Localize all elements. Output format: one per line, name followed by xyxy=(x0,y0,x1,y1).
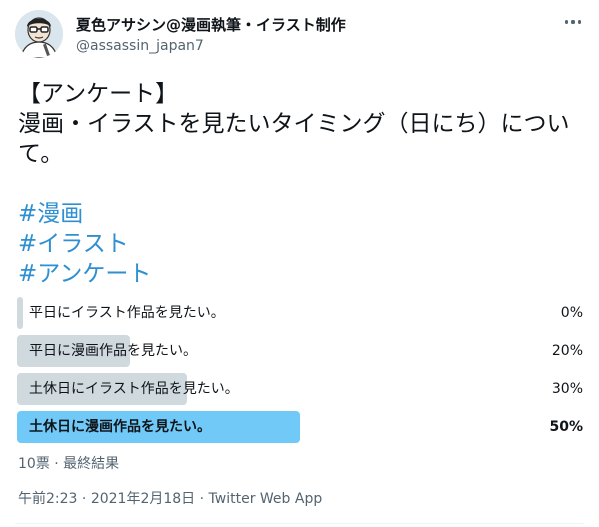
timestamp-date[interactable]: 2021年2月18日 xyxy=(91,491,195,507)
tweet-text: 【アンケート】 漫画・イラストを見たいタイミング（日にち）につい て。 #漫画 … xyxy=(18,79,583,289)
tweet-source[interactable]: Twitter Web App xyxy=(209,491,323,507)
tweet-line: 漫画・イラストを見たいタイミング（日にち）につい xyxy=(18,111,570,137)
tweet-line: て。 xyxy=(18,141,64,167)
separator: · xyxy=(77,491,91,507)
tweet-timestamp: 午前2:23 · 2021年2月18日 · Twitter Web App xyxy=(18,488,322,508)
poll-option-percent: 50% xyxy=(549,419,583,435)
poll-option-percent: 30% xyxy=(551,381,583,397)
author-handle[interactable]: @assassin_japan7 xyxy=(76,37,204,55)
poll-option: 平日に漫画作品を見たい。 20% xyxy=(17,335,583,367)
author-avatar[interactable] xyxy=(15,10,63,58)
poll-option: 土休日にイラスト作品を見たい。 30% xyxy=(17,373,583,405)
poll-option-percent: 20% xyxy=(551,343,583,359)
more-options-icon[interactable] xyxy=(561,14,585,30)
author-name[interactable]: 夏色アサシン@漫画執筆・イラスト制作 xyxy=(76,16,346,34)
poll-option-winner: 土休日に漫画作品を見たい。 50% xyxy=(17,411,583,443)
more-dot xyxy=(571,20,575,24)
hashtag-link[interactable]: #漫画 xyxy=(18,199,583,229)
poll-option: 平日にイラスト作品を見たい。 0% xyxy=(17,297,583,329)
poll-vote-summary: 10票 · 最終結果 xyxy=(18,456,120,472)
poll-option-label: 土休日にイラスト作品を見たい。 xyxy=(29,381,239,397)
separator: · xyxy=(195,491,209,507)
poll-option-label: 土休日に漫画作品を見たい。 xyxy=(29,419,211,435)
tweet-line: 【アンケート】 xyxy=(18,81,179,107)
poll-option-label: 平日に漫画作品を見たい。 xyxy=(29,343,197,359)
more-dot xyxy=(577,20,581,24)
timestamp-time[interactable]: 午前2:23 xyxy=(18,491,77,507)
poll-result-bar xyxy=(17,297,23,329)
tweet-header: 夏色アサシン@漫画執筆・イラスト制作 @assassin_japan7 xyxy=(15,10,585,60)
hashtag-link[interactable]: #イラスト xyxy=(18,229,583,259)
more-dot xyxy=(565,20,569,24)
hashtag-link[interactable]: #アンケート xyxy=(18,259,583,289)
poll-option-percent: 0% xyxy=(560,305,583,321)
poll-option-label: 平日にイラスト作品を見たい。 xyxy=(29,305,225,321)
poll: 平日にイラスト作品を見たい。 0% 平日に漫画作品を見たい。 20% 土休日にイ… xyxy=(17,297,583,449)
divider xyxy=(15,523,584,524)
avatar-illustration xyxy=(15,10,63,58)
